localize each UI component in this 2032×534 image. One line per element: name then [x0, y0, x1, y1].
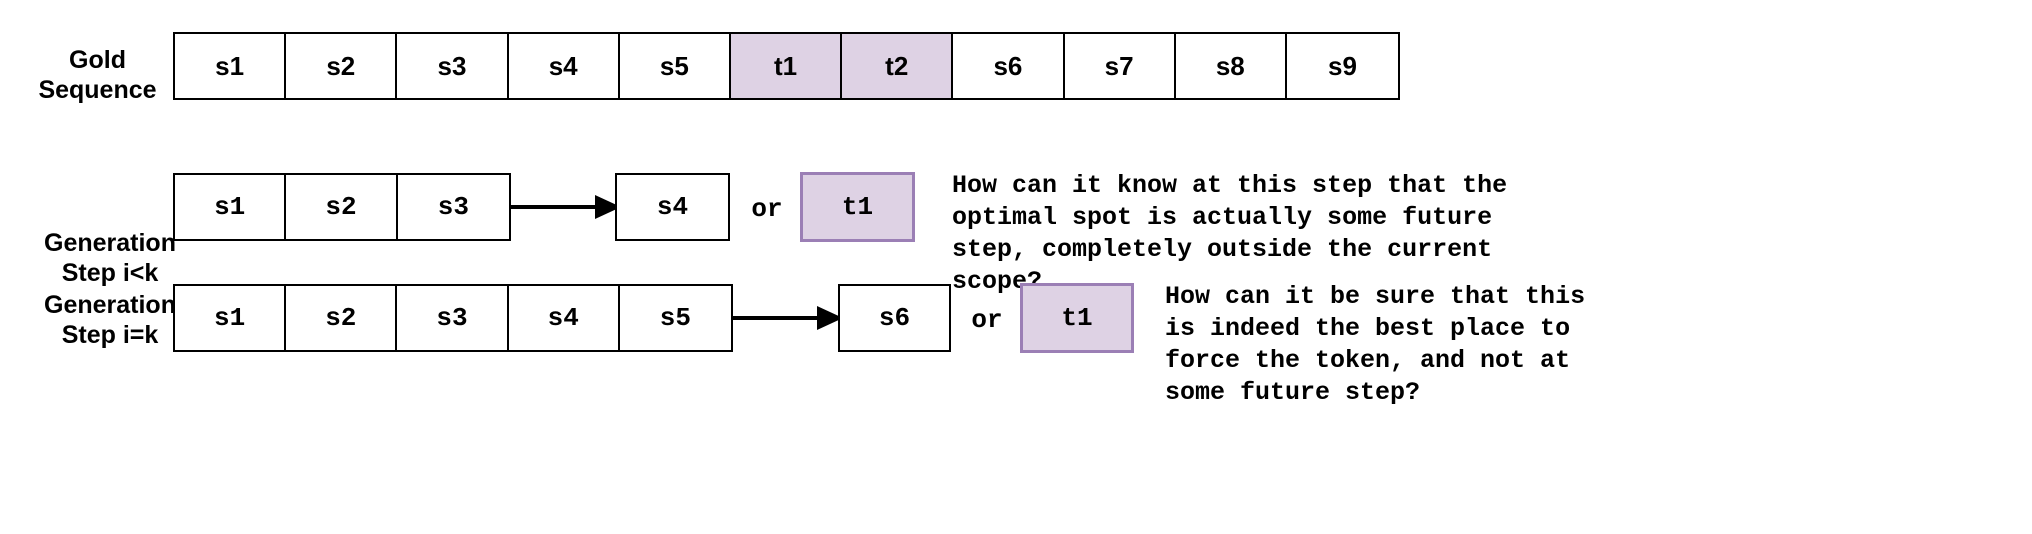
- gold-cell: s9: [1286, 34, 1399, 98]
- gold-cell: s8: [1175, 34, 1287, 98]
- right-arrow-icon: [511, 195, 621, 219]
- gold-sequence-strip: s1 s2 s3 s4 s5 t1 t2 s6 s7 s8 s9: [173, 32, 1400, 100]
- option-a-box-1: s4: [615, 173, 730, 241]
- context-cell: s4: [508, 286, 620, 350]
- gold-cell-token: t2: [842, 34, 954, 98]
- context-cell: s5: [619, 286, 731, 350]
- or-separator-1: or: [751, 194, 783, 224]
- question-text-2: How can it be sure that this is indeed t…: [1165, 282, 1586, 407]
- gold-cell: s2: [286, 34, 398, 98]
- context-cell: s3: [397, 286, 509, 350]
- gold-cell: s5: [619, 34, 731, 98]
- gold-cell: s4: [508, 34, 620, 98]
- gold-sequence-label: Gold Sequence: [38, 46, 157, 104]
- gold-cell-token: t1: [730, 34, 843, 98]
- gold-cell: s6: [953, 34, 1065, 98]
- or-separator-2: or: [971, 305, 1003, 335]
- generation-context-strip-2: s1 s2 s3 s4 s5: [173, 284, 733, 352]
- context-cell: s1: [175, 286, 287, 350]
- context-cell: s2: [286, 175, 398, 239]
- right-arrow-icon: [733, 306, 843, 330]
- gold-cell: s7: [1064, 34, 1176, 98]
- context-cell: s3: [397, 175, 510, 239]
- option-b-token-box-1: t1: [800, 172, 915, 242]
- question-text-1: How can it know at this step that the op…: [952, 171, 1508, 296]
- figure-canvas: Gold Sequence s1 s2 s3 s4 s5 t1 t2 s6 s7…: [0, 0, 2032, 534]
- context-cell: s2: [286, 286, 398, 350]
- option-a-box-2: s6: [838, 284, 951, 352]
- gold-cell: s3: [397, 34, 509, 98]
- generation-context-strip-1: s1 s2 s3: [173, 173, 511, 241]
- context-cell: s1: [175, 175, 287, 239]
- generation-step-i-lt-k-label: Generation Step i<k: [44, 229, 176, 287]
- generation-step-i-eq-k-label: Generation Step i=k: [44, 291, 176, 349]
- option-b-token-box-2: t1: [1020, 283, 1134, 353]
- gold-cell: s1: [175, 34, 287, 98]
